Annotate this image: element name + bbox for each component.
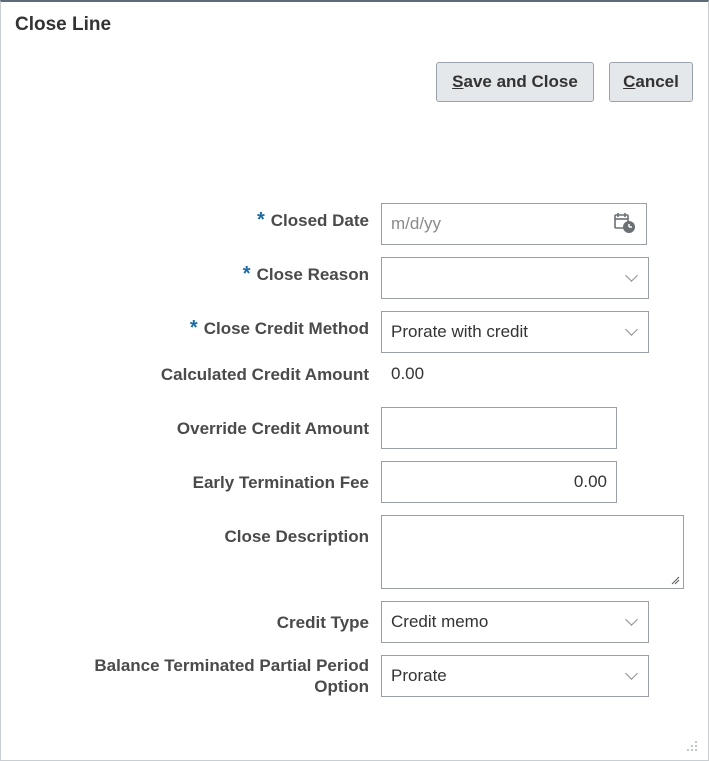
close-credit-method-select[interactable]: Prorate with credit bbox=[381, 311, 649, 353]
close-reason-label: * Close Reason bbox=[242, 263, 369, 285]
balance-terminated-option-value: Prorate bbox=[391, 666, 447, 685]
close-line-dialog: Close Line Save and Close Cancel * Closed… bbox=[0, 0, 709, 761]
early-termination-fee-label: Early Termination Fee bbox=[192, 473, 369, 492]
override-credit-amount-label: Override Credit Amount bbox=[176, 419, 369, 438]
credit-type-value: Credit memo bbox=[391, 612, 489, 631]
close-description-textarea[interactable] bbox=[381, 515, 684, 589]
chevron-down-icon bbox=[625, 667, 638, 680]
calendar-icon[interactable] bbox=[614, 212, 636, 234]
balance-terminated-option-label: Balance Terminated Partial Period Option bbox=[94, 655, 369, 697]
dialog-title: Close Line bbox=[15, 14, 112, 35]
credit-type-label: Credit Type bbox=[276, 613, 369, 632]
early-termination-fee-value: 0.00 bbox=[573, 472, 607, 491]
save-access-key: S bbox=[452, 72, 464, 91]
balance-terminated-label-line2: Option bbox=[314, 677, 369, 696]
credit-type-select[interactable]: Credit memo bbox=[381, 601, 649, 643]
calculated-credit-amount-label: Calculated Credit Amount bbox=[160, 365, 369, 384]
save-label-rest: ave and Close bbox=[463, 72, 578, 91]
closed-date-label: * Closed Date bbox=[256, 209, 369, 231]
cancel-access-key: C bbox=[623, 72, 636, 91]
override-credit-amount-input[interactable] bbox=[381, 407, 617, 449]
chevron-down-icon bbox=[625, 269, 638, 282]
close-credit-method-label: * Close Credit Method bbox=[189, 317, 369, 339]
required-marker: * bbox=[189, 317, 198, 339]
save-and-close-button[interactable]: Save and Close bbox=[436, 62, 594, 102]
close-description-label: Close Description bbox=[224, 527, 369, 546]
dialog-grip-icon[interactable] bbox=[684, 738, 698, 752]
closed-date-input[interactable]: m/d/yy bbox=[381, 203, 647, 245]
cancel-button[interactable]: Cancel bbox=[609, 62, 693, 102]
chevron-down-icon bbox=[625, 323, 638, 336]
required-marker: * bbox=[242, 263, 251, 285]
closed-date-placeholder: m/d/yy bbox=[391, 214, 442, 233]
close-credit-method-value: Prorate with credit bbox=[391, 322, 528, 341]
resize-handle-icon[interactable] bbox=[671, 576, 680, 585]
cancel-label-rest: ancel bbox=[635, 72, 679, 91]
calculated-credit-amount-value: 0.00 bbox=[391, 364, 425, 383]
early-termination-fee-input[interactable]: 0.00 bbox=[381, 461, 617, 503]
required-marker: * bbox=[256, 209, 265, 231]
balance-terminated-label-line1: Balance Terminated Partial Period bbox=[94, 656, 369, 675]
balance-terminated-option-select[interactable]: Prorate bbox=[381, 655, 649, 697]
chevron-down-icon bbox=[625, 613, 638, 626]
close-reason-select[interactable] bbox=[381, 257, 649, 299]
